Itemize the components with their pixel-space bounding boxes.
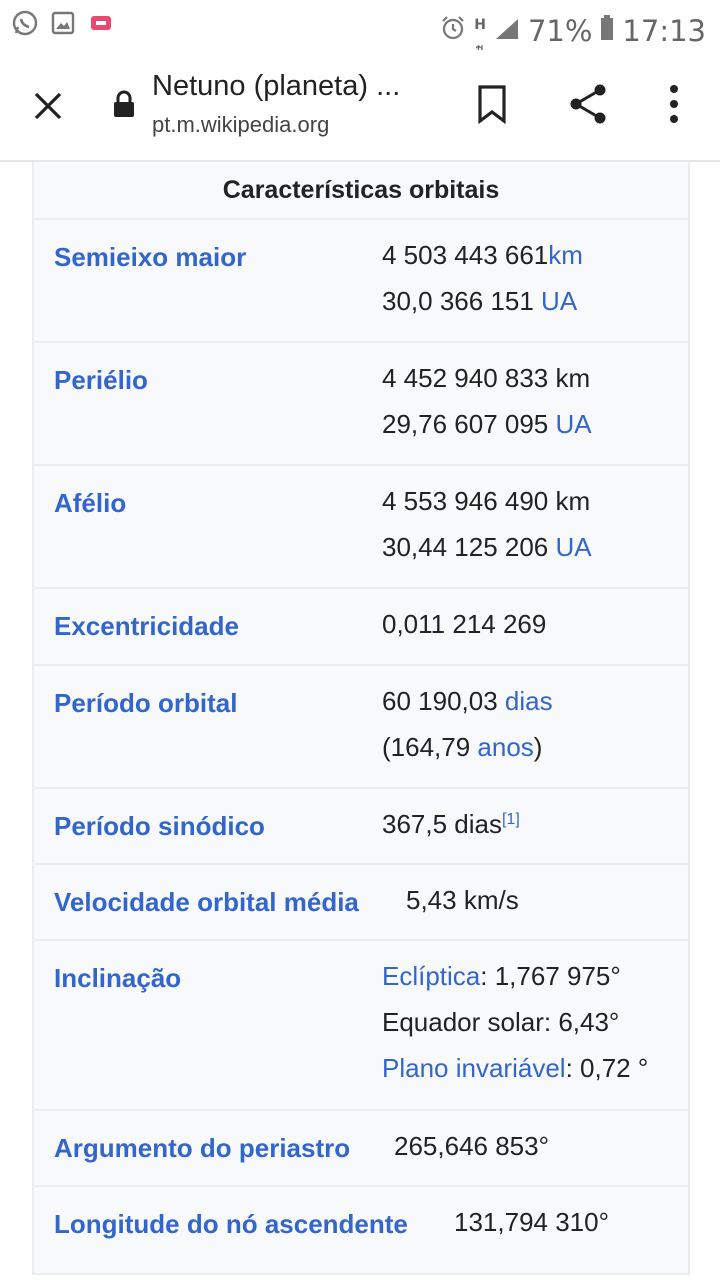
page-title: Netuno (planeta) ... xyxy=(152,70,401,102)
value-text: 30,44 125 206 xyxy=(382,532,556,562)
label-link[interactable]: Inclinação xyxy=(54,963,181,994)
value-text: 4 503 443 661 xyxy=(382,240,549,270)
whatsapp-icon xyxy=(12,10,38,36)
row-inclinacao: Inclinação Eclíptica: 1,767 975° Equador… xyxy=(34,941,688,1111)
label-link[interactable]: Periélio xyxy=(54,365,148,396)
reference-link[interactable]: [1] xyxy=(502,811,520,828)
value-text: 5,43 km/s xyxy=(406,885,519,915)
value-text: 131,794 310° xyxy=(454,1207,609,1237)
infobox-orbital-characteristics: Características orbitais Semieixo maior … xyxy=(32,162,690,1275)
row-value: 0,011 214 269 xyxy=(382,601,546,647)
lock-icon xyxy=(112,90,136,118)
bookmark-icon[interactable] xyxy=(474,84,510,125)
value-text: 367,5 dias xyxy=(382,809,502,839)
row-value: 4 553 946 490 km 30,44 125 206 UA xyxy=(382,478,592,570)
alarm-icon xyxy=(440,12,466,50)
network-type-label: H xyxy=(474,17,486,33)
value-text: (164,79 xyxy=(382,732,478,762)
row-semieixo-maior: Semieixo maior 4 503 443 661km 30,0 366 … xyxy=(34,220,688,343)
label-link[interactable]: Período sinódico xyxy=(54,811,265,842)
row-value: 5,43 km/s xyxy=(406,877,519,923)
row-longitude-do-no-ascendente: Longitude do nó ascendente 131,794 310° xyxy=(34,1187,688,1275)
row-perielio: Periélio 4 452 940 833 km 29,76 607 095 … xyxy=(34,343,688,466)
close-icon[interactable] xyxy=(26,84,70,128)
row-periodo-sinodico: Período sinódico 367,5 dias[1] xyxy=(34,789,688,865)
value-link[interactable]: Plano invariável xyxy=(382,1053,566,1083)
value-link[interactable]: km xyxy=(548,240,583,270)
value-link[interactable]: anos xyxy=(477,732,533,762)
battery-icon xyxy=(600,12,614,50)
value-text: : 0,72 ° xyxy=(565,1053,649,1083)
clock: 17:13 xyxy=(622,14,706,48)
status-bar: H ⇅ 71% 17:13 xyxy=(0,0,720,56)
row-excentricidade: Excentricidade 0,011 214 269 xyxy=(34,589,688,666)
value-link[interactable]: UA xyxy=(556,532,592,562)
row-value: 131,794 310° xyxy=(454,1199,609,1245)
value-text: 265,646 853° xyxy=(394,1131,549,1161)
value-link[interactable]: UA xyxy=(541,286,577,316)
row-value: 60 190,03 dias (164,79 anos) xyxy=(382,678,553,770)
value-text: 60 190,03 xyxy=(382,686,505,716)
row-value: 367,5 dias[1] xyxy=(382,801,520,847)
infobox-header: Características orbitais xyxy=(34,162,688,220)
label-link[interactable]: Velocidade orbital média xyxy=(54,887,359,918)
value-link[interactable]: Eclíptica xyxy=(382,961,480,991)
value-link[interactable]: UA xyxy=(556,409,592,439)
more-options-icon[interactable] xyxy=(660,82,688,126)
row-velocidade-orbital-media: Velocidade orbital média 5,43 km/s xyxy=(34,865,688,941)
battery-percent: 71% xyxy=(527,14,593,48)
row-value: 4 452 940 833 km 29,76 607 095 UA xyxy=(382,355,592,447)
browser-toolbar: Netuno (planeta) ... pt.m.wikipedia.org xyxy=(0,50,720,162)
gallery-icon xyxy=(50,10,76,36)
row-value: 4 503 443 661km 30,0 366 151 UA xyxy=(382,232,583,324)
value-link[interactable]: dias xyxy=(505,686,553,716)
label-link[interactable]: Excentricidade xyxy=(54,611,239,642)
row-afelio: Afélio 4 553 946 490 km 30,44 125 206 UA xyxy=(34,466,688,589)
value-text: 0,011 214 269 xyxy=(382,609,547,639)
label-link[interactable]: Afélio xyxy=(54,488,126,519)
value-text: 29,76 607 095 xyxy=(382,409,556,439)
row-value: Eclíptica: 1,767 975° Equador solar: 6,4… xyxy=(382,953,648,1091)
row-argumento-do-periastro: Argumento do periastro 265,646 853° xyxy=(34,1111,688,1187)
value-text: 4 553 946 490 km xyxy=(382,486,591,516)
page-url: pt.m.wikipedia.org xyxy=(152,112,330,137)
value-text: 4 452 940 833 km xyxy=(382,363,591,393)
row-periodo-orbital: Período orbital 60 190,03 dias (164,79 a… xyxy=(34,666,688,789)
label-link[interactable]: Semieixo maior xyxy=(54,242,246,273)
value-text: ) xyxy=(533,732,543,762)
label-link[interactable]: Longitude do nó ascendente xyxy=(54,1209,408,1240)
row-value: 265,646 853° xyxy=(394,1123,549,1169)
value-text: Equador solar: 6,43° xyxy=(382,1007,620,1037)
label-link[interactable]: Período orbital xyxy=(54,688,237,719)
label-link[interactable]: Argumento do periastro xyxy=(54,1133,350,1164)
signal-icon xyxy=(494,12,520,50)
network-type-icon: H ⇅ xyxy=(474,6,486,56)
share-icon[interactable] xyxy=(566,82,610,126)
app-notification-icon xyxy=(88,10,114,36)
value-text: : 1,767 975° xyxy=(480,961,621,991)
value-text: 30,0 366 151 xyxy=(382,286,542,316)
